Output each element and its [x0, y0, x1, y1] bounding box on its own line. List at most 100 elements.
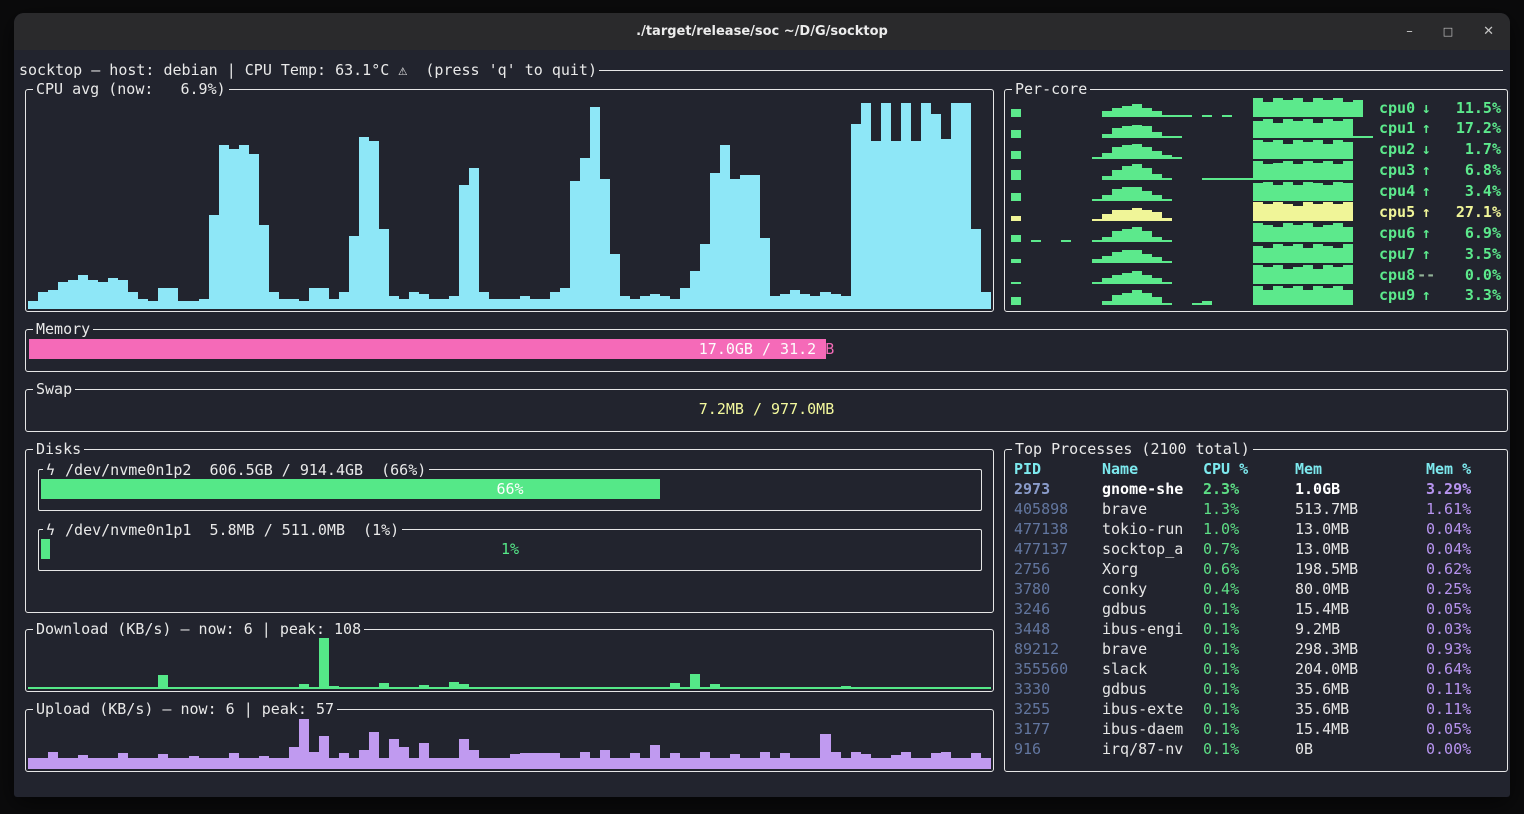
chart-bar: [520, 296, 530, 309]
process-cpu-pct: 2.3%: [1203, 479, 1295, 499]
chart-bar: [138, 687, 148, 689]
chart-bar: [1202, 178, 1212, 180]
chart-bar: [1122, 166, 1132, 179]
chart-bar: [379, 683, 389, 689]
chart-bar: [269, 292, 279, 309]
chart-bar: [1102, 214, 1112, 222]
maximize-icon[interactable]: □: [1443, 25, 1453, 38]
chart-bar: [770, 758, 780, 769]
chart-bar: [88, 280, 98, 309]
chart-bar: [1273, 123, 1283, 138]
chart-bar: [108, 278, 118, 310]
process-mem-pct: 3.29%: [1426, 479, 1498, 499]
chart-bar: [891, 687, 901, 689]
process-pid: 89212: [1014, 639, 1102, 659]
chart-bar: [1303, 161, 1313, 180]
process-mem: 198.5MB: [1295, 559, 1426, 579]
chart-bar: [630, 687, 640, 689]
titlebar[interactable]: ./target/release/soc ~/D/G/socktop – □ ✕: [14, 13, 1510, 50]
core-label: cpu4↑ 3.4%: [1379, 182, 1501, 200]
process-name: brave: [1102, 499, 1203, 519]
chart-bar: [1162, 303, 1172, 305]
chart-bar: [178, 758, 188, 769]
panel-title-per-core: Per-core: [1012, 80, 1090, 98]
core-percent: 17.2%: [1437, 119, 1501, 137]
process-row: 2756Xorg0.6%198.5MB0.62%: [1005, 559, 1507, 579]
chart-bar: [780, 294, 790, 309]
chart-bar: [1253, 202, 1263, 221]
chart-bar: [961, 687, 971, 689]
chart-bar: [68, 758, 78, 769]
minimize-icon[interactable]: –: [1406, 25, 1413, 38]
process-pid: 405898: [1014, 499, 1102, 519]
chart-bar: [379, 758, 389, 769]
panel-disks: Disks ϟ/dev/nvme0n1p2 606.5GB / 914.4GB …: [25, 449, 994, 613]
process-name: slack: [1102, 659, 1203, 679]
chart-bar: [409, 292, 419, 309]
chart-bar: [369, 732, 379, 770]
chart-bar: [851, 124, 861, 309]
chart-bar: [911, 687, 921, 689]
chart-bar: [78, 275, 88, 309]
chart-bar: [1303, 102, 1313, 117]
chart-bar: [68, 687, 78, 689]
chart-bar: [58, 758, 68, 769]
cpu-history-chart: [28, 97, 991, 309]
chart-bar: [961, 758, 971, 769]
chart-bar: [1152, 151, 1162, 159]
chart-bar: [419, 685, 429, 689]
chart-bar: [1323, 185, 1333, 200]
chart-bar: [148, 758, 158, 769]
chart-bar: [289, 299, 299, 310]
process-mem-pct: 0.03%: [1426, 619, 1498, 639]
chart-bar: [469, 750, 479, 769]
chart-bar: [1102, 301, 1112, 305]
panel-cpu-avg: CPU avg (now: 6.9%): [25, 89, 994, 312]
terminal-content[interactable]: socktop — host: debian | CPU Temp: 63.1°…: [14, 50, 1510, 797]
chart-bar: [650, 745, 660, 769]
chart-bar: [138, 758, 148, 769]
process-mem: 15.4MB: [1295, 599, 1426, 619]
chart-bar: [1343, 227, 1353, 242]
process-name: tokio-run: [1102, 519, 1203, 539]
chart-bar: [429, 687, 439, 689]
core-label: cpu8-- 0.0%: [1379, 266, 1501, 284]
chart-bar: [1273, 286, 1283, 305]
chart-bar: [650, 294, 660, 309]
trend-up-icon: ↑: [1415, 245, 1437, 263]
chart-bar: [1333, 182, 1343, 201]
core-percent: 3.4%: [1437, 182, 1501, 200]
chart-bar: [1112, 231, 1122, 242]
disk-item-label: /dev/nvme0n1p2 606.5GB / 914.4GB (66%): [65, 461, 426, 479]
panel-title-swap: Swap: [33, 380, 75, 398]
close-icon[interactable]: ✕: [1483, 25, 1494, 38]
process-name: Xorg: [1102, 559, 1203, 579]
process-mem: 13.0MB: [1295, 519, 1426, 539]
chart-bar: [680, 687, 690, 689]
core-percent: 11.5%: [1437, 99, 1501, 117]
chart-bar: [1293, 267, 1303, 284]
panel-title-memory: Memory: [33, 320, 93, 338]
chart-bar: [1343, 202, 1353, 221]
disk-usage-pct: 1%: [41, 539, 979, 559]
app-header: socktop — host: debian | CPU Temp: 63.1°…: [19, 61, 1503, 79]
trend-up-icon: ↑: [1415, 286, 1437, 304]
chart-bar: [1102, 256, 1112, 264]
chart-bar: [349, 236, 359, 310]
chart-bar: [299, 301, 309, 309]
chart-bar: [620, 758, 630, 769]
chart-bar: [1323, 202, 1333, 221]
chart-bar: [209, 215, 219, 310]
chart-bar: [1162, 282, 1172, 284]
process-mem-pct: 0.93%: [1426, 639, 1498, 659]
chart-bar: [1142, 126, 1152, 137]
chart-bar: [98, 758, 108, 769]
chart-bar: [239, 145, 249, 309]
chart-bar: [1202, 301, 1212, 305]
process-mem: 35.6MB: [1295, 699, 1426, 719]
chart-bar: [88, 687, 98, 689]
chart-bar: [1092, 157, 1102, 159]
chart-bar: [670, 299, 680, 310]
chart-bar: [640, 687, 650, 689]
chart-bar: [439, 687, 449, 689]
